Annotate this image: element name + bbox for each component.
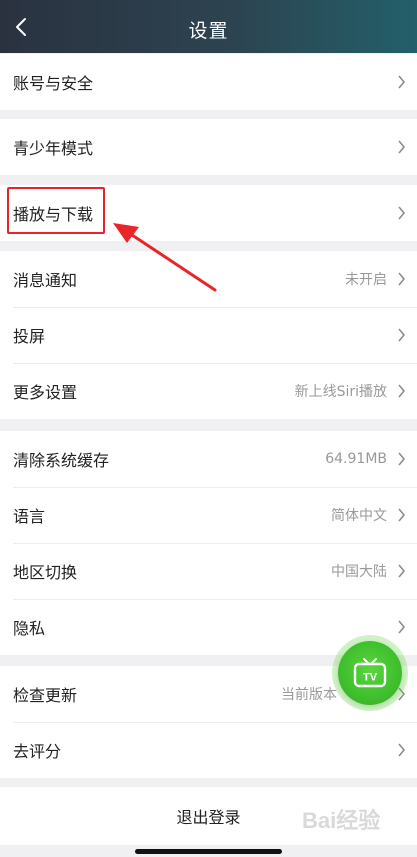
chevron-right-icon	[397, 328, 406, 342]
chevron-right-icon	[397, 743, 406, 757]
settings-item-label: 检查更新	[13, 686, 78, 705]
settings-page: 设置 账号与安全 青少年模式 播放与下载 消息通知 未开启 投屏 更多设置 新上…	[0, 0, 417, 857]
annotation-arrow-icon	[113, 223, 217, 292]
chevron-right-icon	[397, 384, 406, 398]
svg-text:TV: TV	[363, 672, 378, 684]
settings-item-value: 64.91MB	[325, 451, 387, 467]
page-title: 设置	[188, 20, 229, 42]
settings-item-value: 未开启	[345, 272, 387, 288]
settings-item-account-security[interactable]: 账号与安全	[0, 54, 417, 110]
group-system: 清除系统缓存 64.91MB 语言 简体中文 地区切换 中国大陆 隐私	[0, 431, 417, 655]
settings-item-clear-cache[interactable]: 清除系统缓存 64.91MB	[0, 431, 417, 487]
floating-tv-button[interactable]: TV	[338, 641, 402, 705]
settings-item-label: 去评分	[13, 742, 62, 761]
settings-item-label: 更多设置	[13, 383, 78, 402]
highlight-box	[7, 187, 105, 234]
logout-label: 退出登录	[176, 808, 241, 827]
top-bar: 设置	[0, 0, 417, 53]
chevron-right-icon	[397, 140, 406, 154]
settings-item-value: 当前版本	[281, 687, 337, 703]
settings-item-label: 投屏	[13, 327, 46, 346]
settings-item-value: 中国大陆	[331, 564, 387, 580]
tv-icon: TV	[353, 658, 387, 688]
chevron-right-icon	[397, 564, 406, 578]
chevron-right-icon	[397, 272, 406, 286]
settings-item-label: 青少年模式	[13, 139, 94, 158]
group-youth: 青少年模式	[0, 119, 417, 175]
settings-item-label: 清除系统缓存	[13, 451, 110, 470]
chevron-right-icon	[397, 508, 406, 522]
settings-item-cast[interactable]: 投屏	[0, 307, 417, 363]
settings-item-rate-app[interactable]: 去评分	[0, 722, 417, 778]
baidu-watermark: Bai经验	[300, 800, 412, 840]
chevron-right-icon	[397, 75, 406, 89]
svg-text:Bai经验: Bai经验	[302, 808, 380, 833]
settings-item-region[interactable]: 地区切换 中国大陆	[0, 543, 417, 599]
settings-item-language[interactable]: 语言 简体中文	[0, 487, 417, 543]
settings-item-value: 简体中文	[331, 508, 387, 524]
chevron-right-icon	[397, 452, 406, 466]
chevron-right-icon	[397, 687, 406, 701]
settings-item-label: 地区切换	[13, 563, 78, 582]
settings-item-value: 新上线Siri播放	[294, 384, 387, 400]
chevron-right-icon	[397, 620, 406, 634]
settings-item-label: 账号与安全	[13, 74, 94, 93]
group-account: 账号与安全	[0, 54, 417, 110]
settings-item-label: 隐私	[13, 619, 46, 638]
home-indicator	[135, 849, 282, 854]
chevron-right-icon	[397, 206, 406, 220]
settings-item-more-settings[interactable]: 更多设置 新上线Siri播放	[0, 363, 417, 419]
settings-item-label: 语言	[13, 507, 46, 526]
settings-item-youth-mode[interactable]: 青少年模式	[0, 119, 417, 175]
